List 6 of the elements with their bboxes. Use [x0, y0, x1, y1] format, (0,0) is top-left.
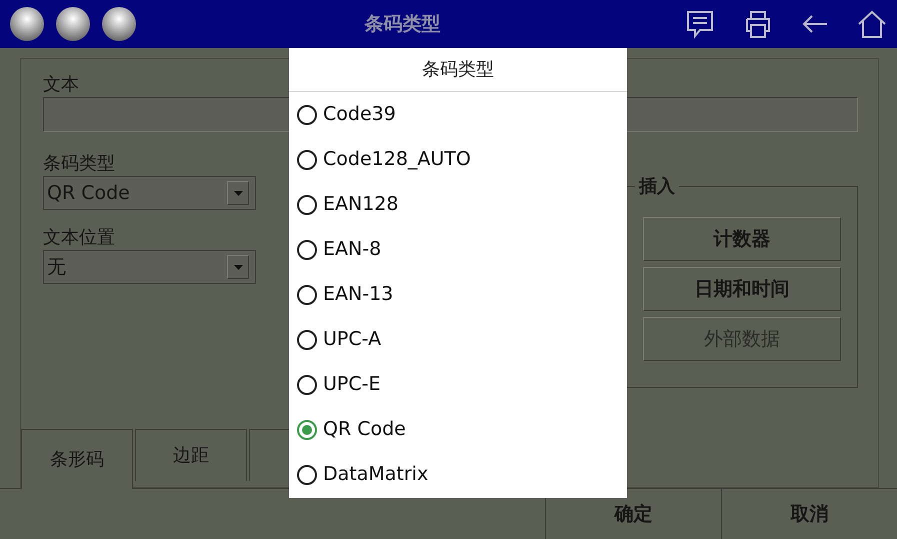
dropdown-value: QR Code: [47, 180, 130, 206]
window-title: 条码类型: [363, 12, 442, 37]
field-label: 文本位置: [43, 226, 115, 250]
dropdown-value: 无: [47, 254, 66, 280]
field-label: 文本: [43, 73, 79, 97]
field-label: 条码类型: [43, 152, 115, 176]
